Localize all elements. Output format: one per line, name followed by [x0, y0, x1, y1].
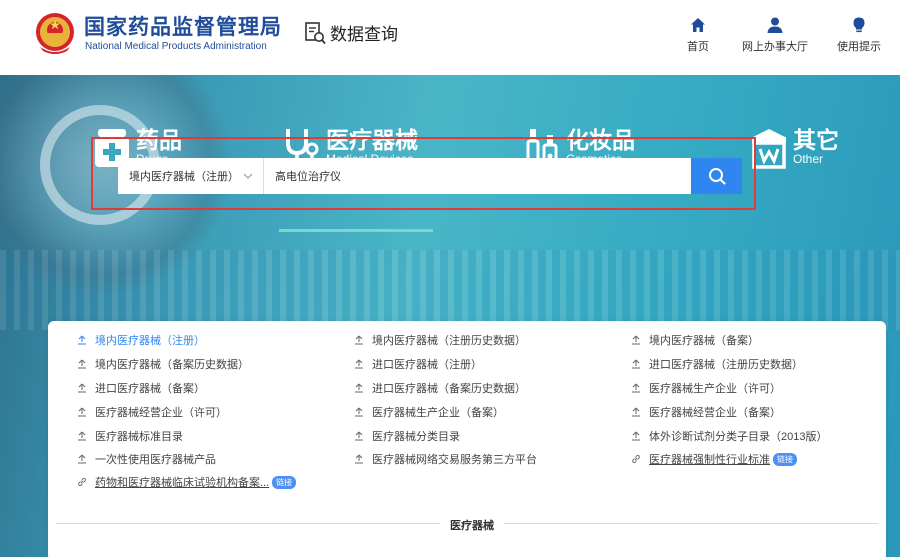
upload-icon [355, 407, 363, 417]
upload-icon [78, 359, 86, 369]
list-item-label: 药物和医疗器械临床试验机构备案... [95, 477, 270, 489]
list-item-label: 医疗器械生产企业（备案） [372, 407, 504, 419]
link-badge: 链接 [272, 475, 297, 489]
list-item-label: 医疗器械分类目录 [372, 431, 460, 443]
nav-home-label: 首页 [687, 41, 709, 53]
database-links-panel: 境内医疗器械（注册） 境内医疗器械（注册历史数据） 境内医疗器械（备案） 境内医… [48, 321, 886, 557]
upload-icon [632, 359, 640, 369]
list-item-label: 境内医疗器械（注册历史数据） [372, 335, 526, 347]
list-item-label: 进口医疗器械（注册历史数据） [649, 359, 803, 371]
upload-icon [632, 335, 640, 345]
list-item-label: 医疗器械经营企业（备案） [649, 407, 781, 419]
search-icon [708, 168, 726, 185]
upload-icon [632, 431, 640, 441]
nav-online-service-hall-label: 网上办事大厅 [742, 41, 808, 53]
database-select-value: 境内医疗器械（注册） [129, 171, 239, 183]
list-item-label: 体外诊断试剂分类子目录（2013版） [649, 431, 828, 443]
list-item[interactable]: 体外诊断试剂分类子目录（2013版） [631, 428, 827, 444]
upload-icon [632, 407, 640, 417]
data-query-title: 数据查询 [304, 20, 398, 45]
upload-icon [355, 431, 363, 441]
list-item[interactable]: 进口医疗器械（备案历史数据） [354, 380, 526, 396]
upload-icon [355, 454, 363, 464]
chevron-down-icon [243, 173, 253, 179]
list-item-label: 一次性使用医疗器械产品 [95, 454, 216, 466]
nav-home[interactable]: 首页 [687, 16, 709, 54]
search-bar: 境内医疗器械（注册） [118, 158, 742, 194]
list-item-label: 进口医疗器械（备案历史数据） [372, 383, 526, 395]
list-item[interactable]: 境内医疗器械（备案历史数据） [77, 356, 249, 372]
upload-icon [78, 454, 86, 464]
list-item-label: 境内医疗器械（注册） [95, 335, 205, 347]
tab-other-label-cn: 其它 [793, 127, 839, 153]
link-badge: 链接 [773, 452, 797, 466]
list-item[interactable]: 进口医疗器械（备案） [77, 380, 205, 396]
data-query-label: 数据查询 [330, 25, 398, 44]
list-item[interactable]: 医疗器械生产企业（备案） [354, 404, 504, 420]
list-item-label: 境内医疗器械（备案历史数据） [95, 359, 249, 371]
nav-online-service-hall[interactable]: 网上办事大厅 [742, 16, 808, 54]
data-chart-background [0, 250, 900, 330]
upload-icon [78, 383, 86, 393]
agency-name-en: National Medical Products Administration [85, 41, 267, 52]
upload-icon [78, 407, 86, 417]
list-item-label: 医疗器械经营企业（许可） [95, 407, 227, 419]
list-item[interactable]: 医疗器械分类目录 [354, 428, 460, 444]
list-item-label: 医疗器械强制性行业标准 [649, 454, 770, 466]
nav-usage-tips[interactable]: 使用提示 [837, 16, 881, 54]
upload-icon [355, 359, 363, 369]
user-icon [767, 17, 783, 33]
list-item[interactable]: 进口医疗器械（注册） [354, 356, 482, 372]
panel-caption: 医疗器械 [440, 517, 504, 533]
list-item[interactable]: 医疗器械经营企业（许可） [77, 404, 227, 420]
list-item-label: 医疗器械生产企业（许可） [649, 383, 781, 395]
link-icon [632, 454, 640, 464]
list-item-label: 境内医疗器械（备案） [649, 335, 759, 347]
list-item[interactable]: 医疗器械生产企业（许可） [631, 380, 781, 396]
list-item[interactable]: 医疗器械网络交易服务第三方平台 [354, 451, 537, 467]
home-icon [691, 18, 705, 32]
list-item[interactable]: 境内医疗器械（备案） [631, 332, 759, 348]
list-item-label: 医疗器械网络交易服务第三方平台 [372, 454, 537, 466]
list-item[interactable]: 一次性使用医疗器械产品 [77, 451, 216, 467]
link-icon [78, 477, 86, 487]
list-item-label: 进口医疗器械（注册） [372, 359, 482, 371]
upload-icon [78, 431, 86, 441]
tab-other-label-en: Other [793, 152, 824, 166]
list-item[interactable]: 境内医疗器械（注册历史数据） [354, 332, 526, 348]
list-item-label: 进口医疗器械（备案） [95, 383, 205, 395]
database-select[interactable]: 境内医疗器械（注册） [118, 158, 264, 194]
nav-usage-tips-label: 使用提示 [837, 41, 881, 53]
search-button[interactable] [691, 158, 742, 194]
active-tab-indicator [279, 229, 433, 232]
national-emblem-icon [36, 13, 74, 54]
list-item-label: 医疗器械标准目录 [95, 431, 183, 443]
document-search-icon [305, 21, 326, 44]
upload-icon [78, 335, 86, 345]
list-item[interactable]: 医疗器械强制性行业标准 链接 [631, 451, 797, 467]
upload-icon [632, 383, 640, 393]
upload-icon [355, 335, 363, 345]
list-item[interactable]: 医疗器械经营企业（备案） [631, 404, 781, 420]
list-item[interactable]: 进口医疗器械（注册历史数据） [631, 356, 803, 372]
agency-name-cn[interactable]: 国家药品监督管理局 [84, 11, 282, 41]
list-item[interactable]: 药物和医疗器械临床试验机构备案... 链接 [77, 474, 297, 490]
tab-other[interactable]: 其它 Other [749, 125, 839, 169]
upload-icon [355, 383, 363, 393]
bulb-icon [853, 17, 865, 33]
site-header: 国家药品监督管理局 National Medical Products Admi… [0, 0, 900, 75]
list-item[interactable]: 境内医疗器械（注册） [77, 332, 205, 348]
search-input[interactable] [264, 158, 691, 194]
list-item[interactable]: 医疗器械标准目录 [77, 428, 183, 444]
